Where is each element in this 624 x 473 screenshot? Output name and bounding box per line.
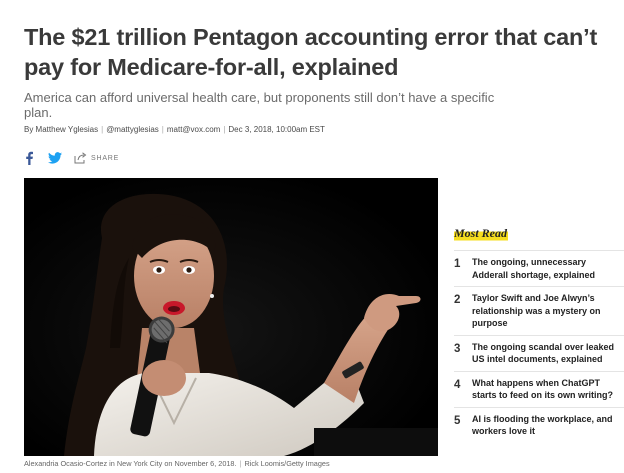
byline-email-link[interactable]: matt@vox.com	[167, 125, 220, 134]
most-read-link[interactable]: The ongoing scandal over leaked US intel…	[472, 341, 624, 366]
byline: By Matthew Yglesias | @mattyglesias | matt@v…	[24, 125, 584, 134]
most-read-module: Most Read 1 The ongoing, unnecessary Add…	[454, 224, 624, 443]
most-read-item[interactable]: 4 What happens when ChatGPT starts to fe…	[454, 370, 624, 407]
most-read-item[interactable]: 3 The ongoing scandal over leaked US int…	[454, 334, 624, 371]
share-label[interactable]: SHARE	[91, 155, 119, 162]
most-read-link[interactable]: What happens when ChatGPT starts to feed…	[472, 377, 624, 402]
most-read-number: 5	[454, 414, 461, 427]
article-dek: America can afford universal health care…	[24, 90, 495, 120]
most-read-item[interactable]: 2 Taylor Swift and Joe Alwyn’s relations…	[454, 286, 624, 335]
most-read-item[interactable]: 5 AI is flooding the workplace, and work…	[454, 406, 624, 443]
photo-caption: Alexandria Ocasio-Cortez in New York Cit…	[24, 459, 438, 468]
photo-credit: Rick Loomis/Getty Images	[244, 459, 330, 468]
most-read-number: 3	[454, 342, 461, 355]
facebook-icon[interactable]	[24, 151, 34, 165]
article-photo	[24, 178, 438, 456]
most-read-heading: Most Read	[454, 226, 509, 242]
most-read-link[interactable]: The ongoing, unnecessary Adderall shorta…	[472, 256, 624, 281]
byline-divider: |	[161, 125, 164, 134]
most-read-item[interactable]: 1 The ongoing, unnecessary Adderall shor…	[454, 250, 624, 286]
most-read-number: 2	[454, 294, 461, 306]
most-read-link[interactable]: Taylor Swift and Joe Alwyn’s relationshi…	[472, 292, 624, 330]
most-read-number: 4	[454, 378, 461, 391]
byline-twitter-link[interactable]: @mattyglesias	[106, 125, 159, 134]
speaker-photo-illustration	[24, 178, 438, 456]
share-row: SHARE	[24, 150, 119, 166]
share-arrow-icon[interactable]	[74, 152, 87, 164]
byline-date: Dec 3, 2018, 10:00am EST	[228, 125, 325, 134]
twitter-icon[interactable]	[48, 152, 62, 164]
byline-divider: |	[101, 125, 104, 134]
most-read-list: 1 The ongoing, unnecessary Adderall shor…	[454, 250, 624, 443]
most-read-link[interactable]: AI is flooding the workplace, and worker…	[472, 413, 624, 438]
byline-author[interactable]: By Matthew Yglesias	[24, 125, 98, 134]
article-headline: The $21 trillion Pentagon accounting err…	[24, 24, 598, 80]
caption-text: Alexandria Ocasio-Cortez in New York Cit…	[24, 459, 237, 468]
most-read-number: 1	[454, 258, 461, 270]
